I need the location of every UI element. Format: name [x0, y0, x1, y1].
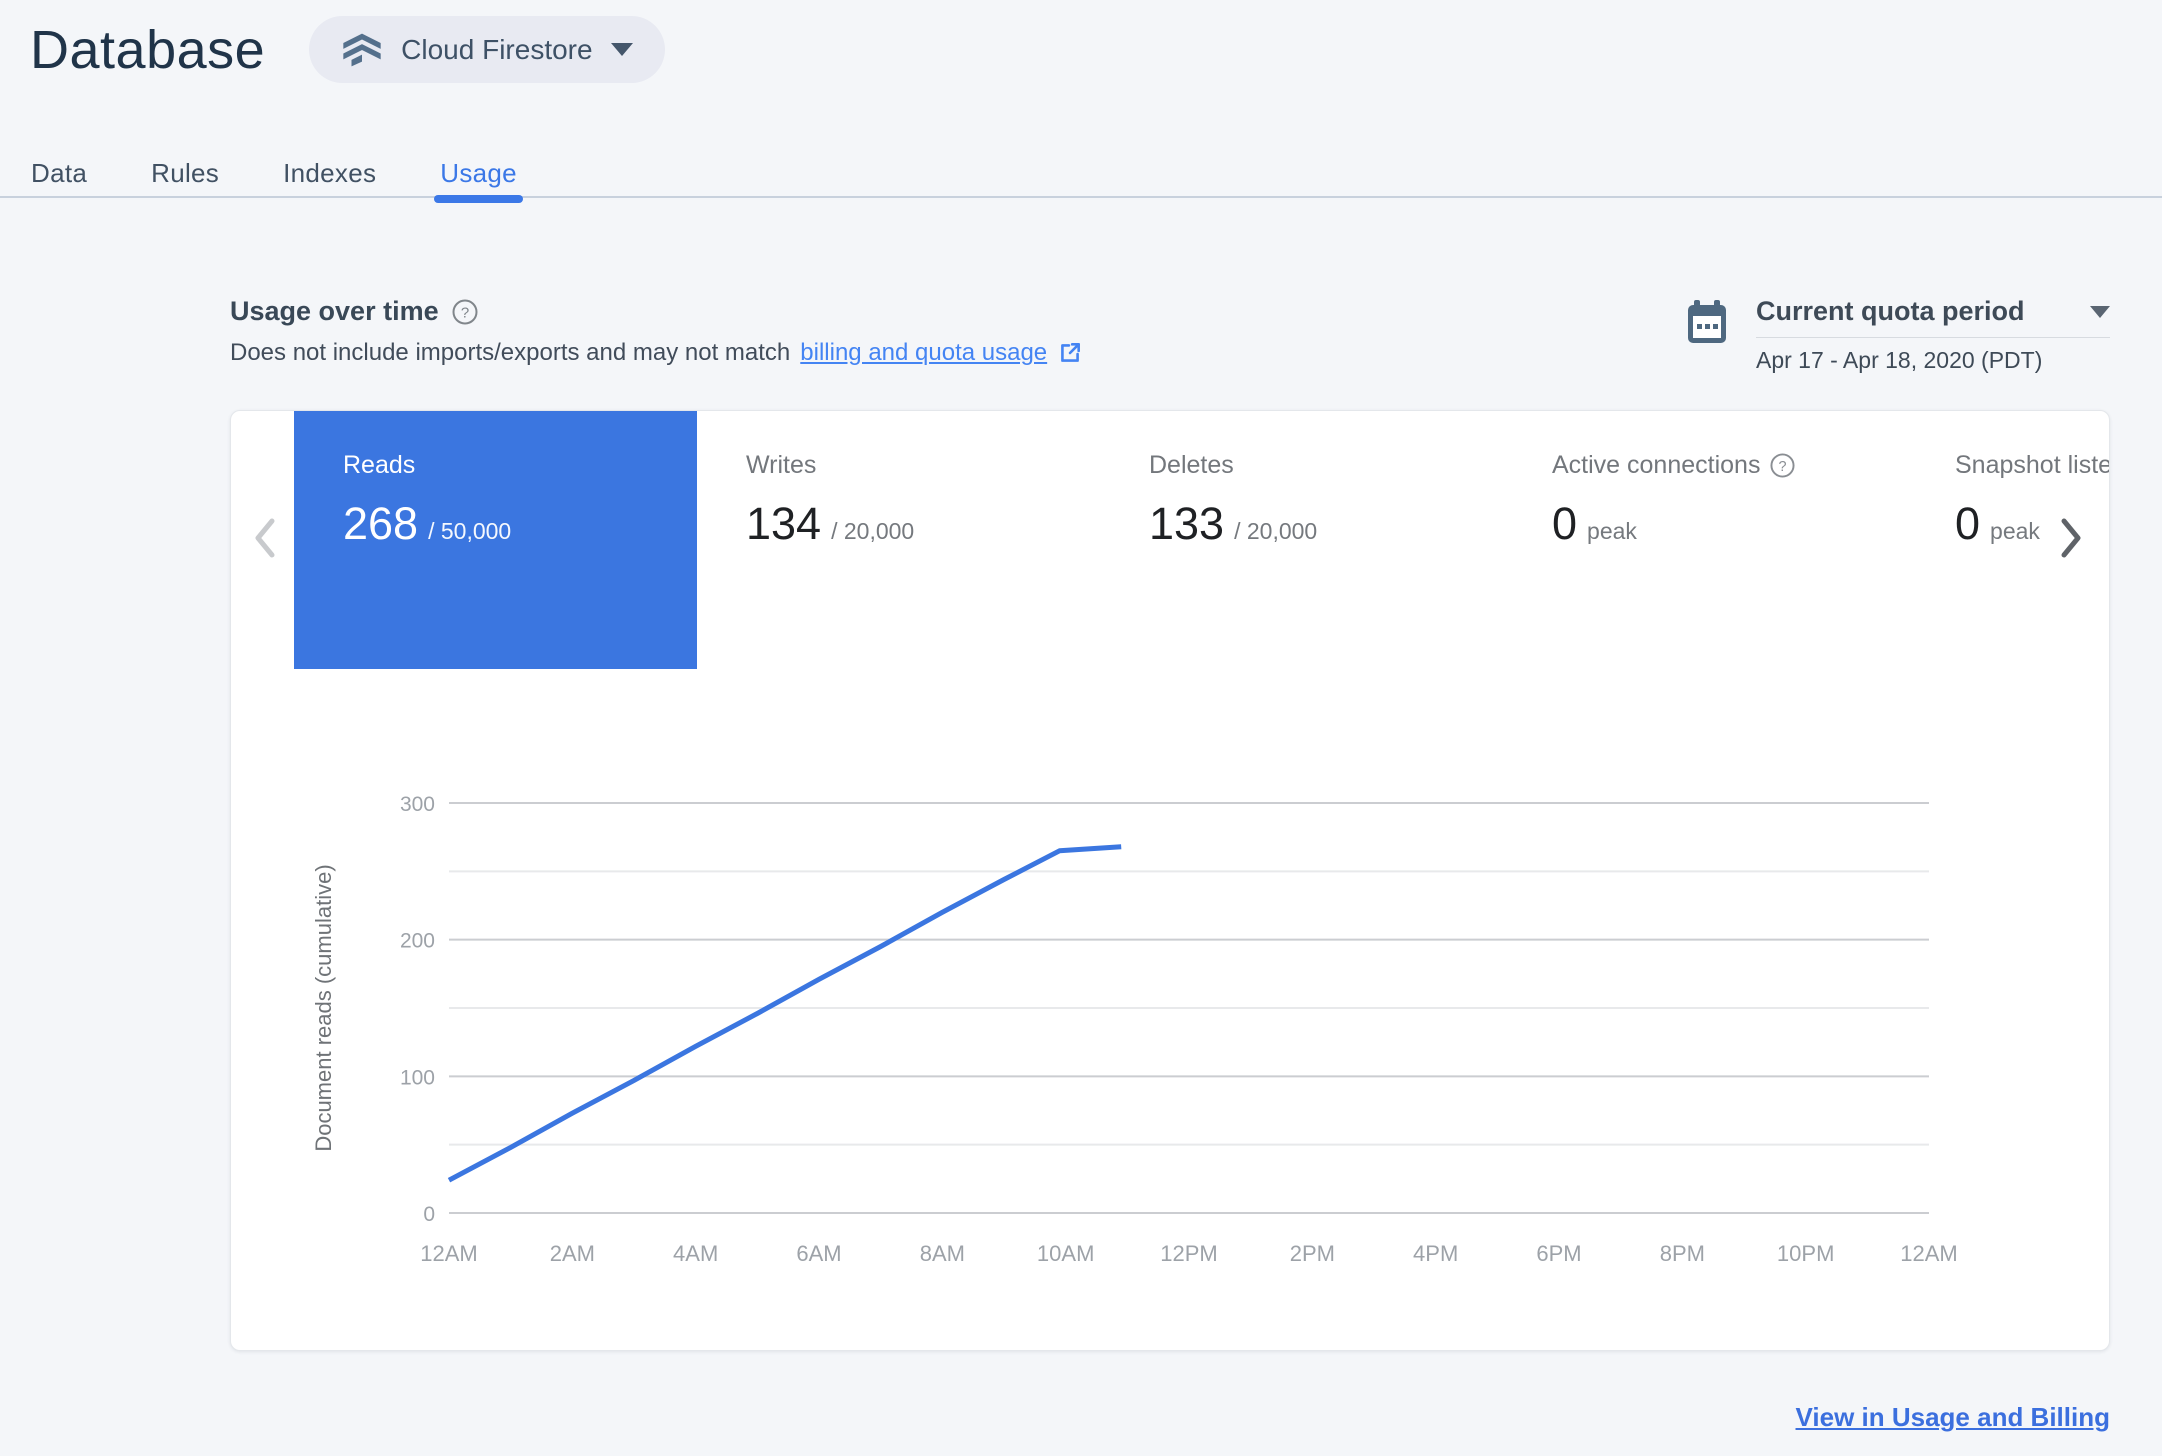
quota-period-block: Current quota period Apr 17 - Apr 18, 20…: [1684, 296, 2110, 374]
metric-card-value: 0: [1955, 498, 1981, 549]
svg-text:12AM: 12AM: [420, 1241, 477, 1266]
carousel-prev-button[interactable]: [243, 513, 287, 563]
usage-subtext: Does not include imports/exports and may…: [230, 339, 791, 366]
metric-card-label: Active connections: [1552, 451, 1761, 479]
metric-card-denominator: peak: [1587, 518, 1637, 544]
svg-text:4PM: 4PM: [1413, 1241, 1458, 1266]
metric-card-reads[interactable]: Reads 268 / 50,000: [294, 411, 697, 669]
svg-text:?: ?: [460, 304, 468, 321]
metric-card-label: Writes: [746, 451, 817, 479]
usage-over-time-title: Usage over time: [230, 296, 439, 326]
svg-text:2PM: 2PM: [1290, 1241, 1335, 1266]
metric-card-value: 268: [343, 498, 419, 549]
svg-text:300: 300: [400, 793, 435, 816]
tab-data[interactable]: Data: [31, 140, 87, 198]
product-selector-dropdown[interactable]: Cloud Firestore: [309, 16, 665, 83]
firestore-icon: [341, 29, 383, 71]
metric-card-label: Snapshot listeners: [1955, 451, 2109, 479]
metric-cards-row: Reads 268 / 50,000 Writes 134 / 20,000 D…: [294, 411, 2109, 669]
billing-quota-usage-link[interactable]: billing and quota usage: [800, 339, 1047, 367]
help-icon[interactable]: ?: [452, 299, 478, 325]
calendar-icon: [1684, 298, 1730, 346]
metric-card-label: Reads: [343, 451, 416, 479]
metric-card-denominator: / 20,000: [1234, 518, 1318, 544]
quota-period-label: Current quota period: [1756, 296, 2025, 326]
page-header: Database Cloud Firestore: [30, 16, 665, 83]
svg-text:6PM: 6PM: [1536, 1241, 1581, 1266]
tab-bar: Data Rules Indexes Usage: [0, 140, 2162, 203]
svg-text:4AM: 4AM: [673, 1241, 718, 1266]
svg-text:?: ?: [1779, 459, 1787, 475]
help-icon[interactable]: ?: [1770, 453, 1795, 478]
svg-text:2AM: 2AM: [550, 1241, 595, 1266]
usage-panel: Reads 268 / 50,000 Writes 134 / 20,000 D…: [230, 410, 2110, 1351]
footer: View in Usage and Billing: [1796, 1402, 2110, 1433]
metric-card-label: Deletes: [1149, 451, 1234, 479]
chevron-down-icon: [610, 43, 633, 56]
page-title: Database: [30, 19, 266, 80]
svg-text:8AM: 8AM: [920, 1241, 965, 1266]
svg-text:10PM: 10PM: [1777, 1241, 1834, 1266]
chevron-down-icon: [2090, 305, 2110, 318]
svg-text:12PM: 12PM: [1160, 1241, 1217, 1266]
svg-text:200: 200: [400, 930, 435, 953]
svg-text:12AM: 12AM: [1900, 1241, 1957, 1266]
tab-usage[interactable]: Usage: [434, 140, 523, 203]
metric-card-denominator: / 20,000: [831, 518, 915, 544]
usage-over-time-block: Usage over time ? Does not include impor…: [230, 296, 1083, 367]
external-link-icon[interactable]: [1057, 340, 1083, 366]
metric-card-value: 134: [746, 498, 822, 549]
usage-section-header: Usage over time ? Does not include impor…: [230, 296, 2110, 374]
tab-rules[interactable]: Rules: [151, 140, 219, 198]
quota-period-dropdown[interactable]: Current quota period Apr 17 - Apr 18, 20…: [1756, 296, 2110, 374]
usage-line-chart: 0 100 200 300 12AM 2AM 4AM 6AM 8AM 10AM 12PM 2PM 4PM…: [231, 761, 2109, 1341]
metric-card-active-connections[interactable]: Active connections ? 0 peak: [1503, 411, 1906, 669]
svg-text:100: 100: [400, 1066, 435, 1089]
product-selector-label: Cloud Firestore: [401, 33, 593, 65]
svg-text:6AM: 6AM: [796, 1241, 841, 1266]
svg-text:Document reads (cumulative): Document reads (cumulative): [311, 864, 336, 1151]
svg-text:0: 0: [423, 1203, 435, 1226]
metric-card-value: 0: [1552, 498, 1578, 549]
svg-text:10AM: 10AM: [1037, 1241, 1094, 1266]
carousel-next-button[interactable]: [2049, 513, 2093, 563]
quota-period-date-range: Apr 17 - Apr 18, 2020 (PDT): [1756, 347, 2043, 373]
view-usage-billing-link[interactable]: View in Usage and Billing: [1796, 1402, 2110, 1432]
metric-card-denominator: peak: [1990, 518, 2040, 544]
tab-indexes[interactable]: Indexes: [283, 140, 376, 198]
metric-card-writes[interactable]: Writes 134 / 20,000: [697, 411, 1100, 669]
svg-text:8PM: 8PM: [1660, 1241, 1705, 1266]
metric-card-deletes[interactable]: Deletes 133 / 20,000: [1100, 411, 1503, 669]
metric-card-denominator: / 50,000: [428, 518, 512, 544]
metric-card-value: 133: [1149, 498, 1225, 549]
